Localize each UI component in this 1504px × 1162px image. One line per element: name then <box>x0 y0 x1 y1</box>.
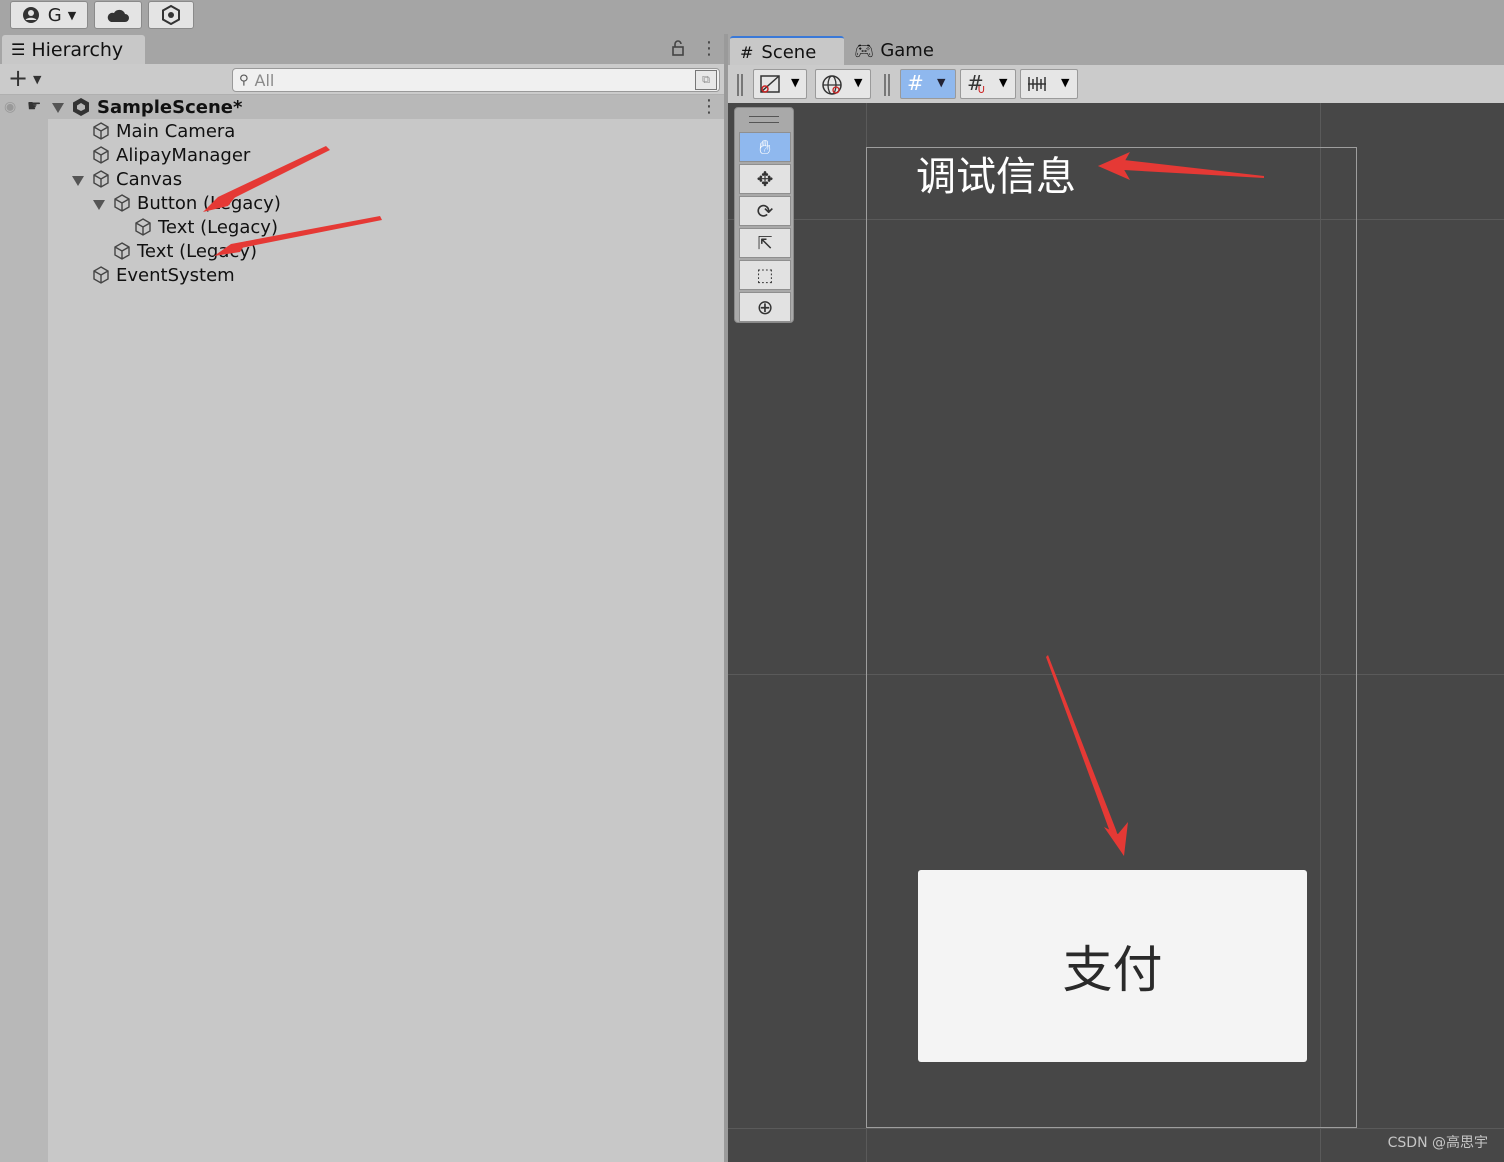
chevron-down-icon: ▼ <box>999 76 1008 89</box>
globe-icon <box>822 75 842 95</box>
rect-transform-icon: ⬚ <box>756 264 774 286</box>
gameobject-icon <box>114 242 130 260</box>
magnet-icon: ∪ <box>977 82 986 96</box>
scene-menu-icon[interactable]: ⋮ <box>700 96 718 117</box>
chevron-down-icon: ▼ <box>791 76 800 89</box>
top-toolbar: G ▼ <box>0 0 1504 34</box>
rotate-tool-button[interactable]: ⟳ <box>739 196 791 226</box>
toolbar-grip-icon[interactable] <box>737 74 743 96</box>
ruler-icon <box>1028 77 1046 91</box>
pay-button[interactable]: 支付 <box>918 870 1307 1062</box>
hierarchy-item-label: Canvas <box>116 168 183 190</box>
hand-tool-button[interactable]: ✋︎ <box>739 132 791 162</box>
scene-toolbar: ▼ ▼ # ▼ # ∪ ▼ ▼ <box>728 65 1504 103</box>
cloud-button[interactable] <box>94 1 142 29</box>
tools-overlay: ✋︎ ✥ ⟳ ⇱ ⬚ ⊕ <box>734 107 794 323</box>
rect-tool-button[interactable]: ⬚ <box>739 260 791 290</box>
pay-button-label: 支付 <box>1062 941 1163 999</box>
account-icon <box>22 7 39 23</box>
collab-button[interactable] <box>148 1 194 29</box>
tab-hierarchy[interactable]: ☰ Hierarchy <box>2 35 145 64</box>
expand-arrow-icon[interactable] <box>93 200 105 210</box>
overlay-grip-icon[interactable] <box>749 116 779 123</box>
gameobject-icon <box>93 266 109 284</box>
hierarchy-item-label: Text (Legacy) <box>158 216 278 238</box>
hierarchy-item-event-system[interactable]: EventSystem <box>91 263 235 287</box>
scene-tabstrip <box>728 34 1504 65</box>
pickable-icon[interactable]: ☛ <box>27 96 41 115</box>
gameobject-icon <box>93 146 109 164</box>
hierarchy-gutter <box>0 119 48 1162</box>
search-by-type-icon[interactable]: ⧉ <box>695 70 717 90</box>
expand-arrow-icon[interactable] <box>52 103 64 113</box>
tab-hierarchy-label: Hierarchy <box>31 38 124 61</box>
hierarchy-item-main-camera[interactable]: Main Camera <box>91 119 235 143</box>
scene-name: SampleScene* <box>97 96 243 118</box>
tab-scene-label: Scene <box>761 42 817 63</box>
grid-line <box>728 1128 1504 1129</box>
lock-icon[interactable] <box>671 40 685 56</box>
scale-tool-button[interactable]: ⇱ <box>739 228 791 258</box>
chevron-down-icon: ▼ <box>67 8 77 22</box>
tab-game[interactable]: 🎮︎ Game <box>854 36 954 65</box>
search-placeholder: All <box>254 70 275 90</box>
grid-toggle-icon: # <box>907 71 924 95</box>
increment-snap-dropdown[interactable]: ▼ <box>1020 69 1078 99</box>
view-options-dropdown[interactable]: ▼ <box>815 69 871 99</box>
hierarchy-item-canvas[interactable]: Canvas <box>91 167 182 191</box>
gameobject-icon <box>135 218 151 236</box>
draw-mode-dropdown[interactable]: ▼ <box>753 69 807 99</box>
move-arrows-icon: ✥ <box>756 167 774 191</box>
hierarchy-item-button-text-legacy[interactable]: Text (Legacy) <box>133 215 278 239</box>
list-icon: ☰ <box>11 40 26 59</box>
cloud-icon <box>107 9 129 22</box>
watermark: CSDN @高思宇 <box>1387 1135 1488 1151</box>
debug-info-text[interactable]: 调试信息 <box>916 144 1076 202</box>
account-label: G <box>47 4 62 26</box>
gizmo-toggle[interactable]: # ▼ <box>900 69 956 99</box>
chevron-down-icon: ▼ <box>937 76 946 89</box>
hexagon-icon <box>162 5 180 25</box>
hierarchy-item-button-legacy[interactable]: Button (Legacy) <box>112 191 281 215</box>
search-input[interactable]: ⚲ All ⧉ <box>232 68 720 92</box>
rotate-icon: ⟳ <box>756 199 774 223</box>
scene-panel: # Scene 🎮︎ Game ▼ ▼ # ▼ # ∪ ▼ ▼ ✋︎ ✥ ⟳ ⇱… <box>728 34 1504 1162</box>
hierarchy-panel: ☰ Hierarchy ⋮ + ▼ ⚲ All ⧉ ◉ ☛ SampleScen… <box>0 34 724 1162</box>
gameobject-icon <box>93 122 109 140</box>
hierarchy-item-label: AlipayManager <box>116 144 251 166</box>
hierarchy-item-alipay-manager[interactable]: AlipayManager <box>91 143 250 167</box>
hierarchy-item-label: EventSystem <box>116 264 235 286</box>
search-icon: ⚲ <box>239 72 249 88</box>
panel-menu-icon[interactable]: ⋮ <box>700 38 718 59</box>
tab-scene[interactable]: # Scene <box>730 36 844 67</box>
chevron-down-icon: ▼ <box>854 76 863 89</box>
scene-header-row[interactable]: ◉ ☛ SampleScene* ⋮ <box>0 95 724 119</box>
chevron-down-icon: ▼ <box>1061 76 1070 89</box>
chevron-down-icon[interactable]: ▼ <box>33 73 41 86</box>
unity-scene-icon <box>73 98 89 116</box>
account-dropdown[interactable]: G ▼ <box>10 1 88 29</box>
scale-icon: ⇱ <box>757 232 773 254</box>
gameobject-icon <box>93 170 109 188</box>
transform-tool-button[interactable]: ⊕ <box>739 292 791 322</box>
hierarchy-item-label: Text (Legacy) <box>137 240 257 262</box>
hierarchy-item-text-legacy[interactable]: Text (Legacy) <box>112 239 257 263</box>
gameobject-icon <box>114 194 130 212</box>
snap-dropdown[interactable]: # ∪ ▼ <box>960 69 1016 99</box>
grid-hash-icon: # <box>740 43 754 62</box>
hierarchy-item-label: Button (Legacy) <box>137 192 281 214</box>
gamepad-icon: 🎮︎ <box>854 41 875 60</box>
visibility-icon[interactable]: ◉ <box>4 99 16 115</box>
add-icon[interactable]: + <box>8 64 28 92</box>
move-tool-button[interactable]: ✥ <box>739 164 791 194</box>
hierarchy-item-label: Main Camera <box>116 120 236 142</box>
expand-arrow-icon[interactable] <box>72 176 84 186</box>
hand-icon: ✋︎ <box>759 135 771 159</box>
transform-icon: ⊕ <box>756 295 774 319</box>
toolbar-grip-icon[interactable] <box>884 74 890 96</box>
shading-mode-icon <box>760 75 780 93</box>
tab-game-label: Game <box>880 40 934 61</box>
